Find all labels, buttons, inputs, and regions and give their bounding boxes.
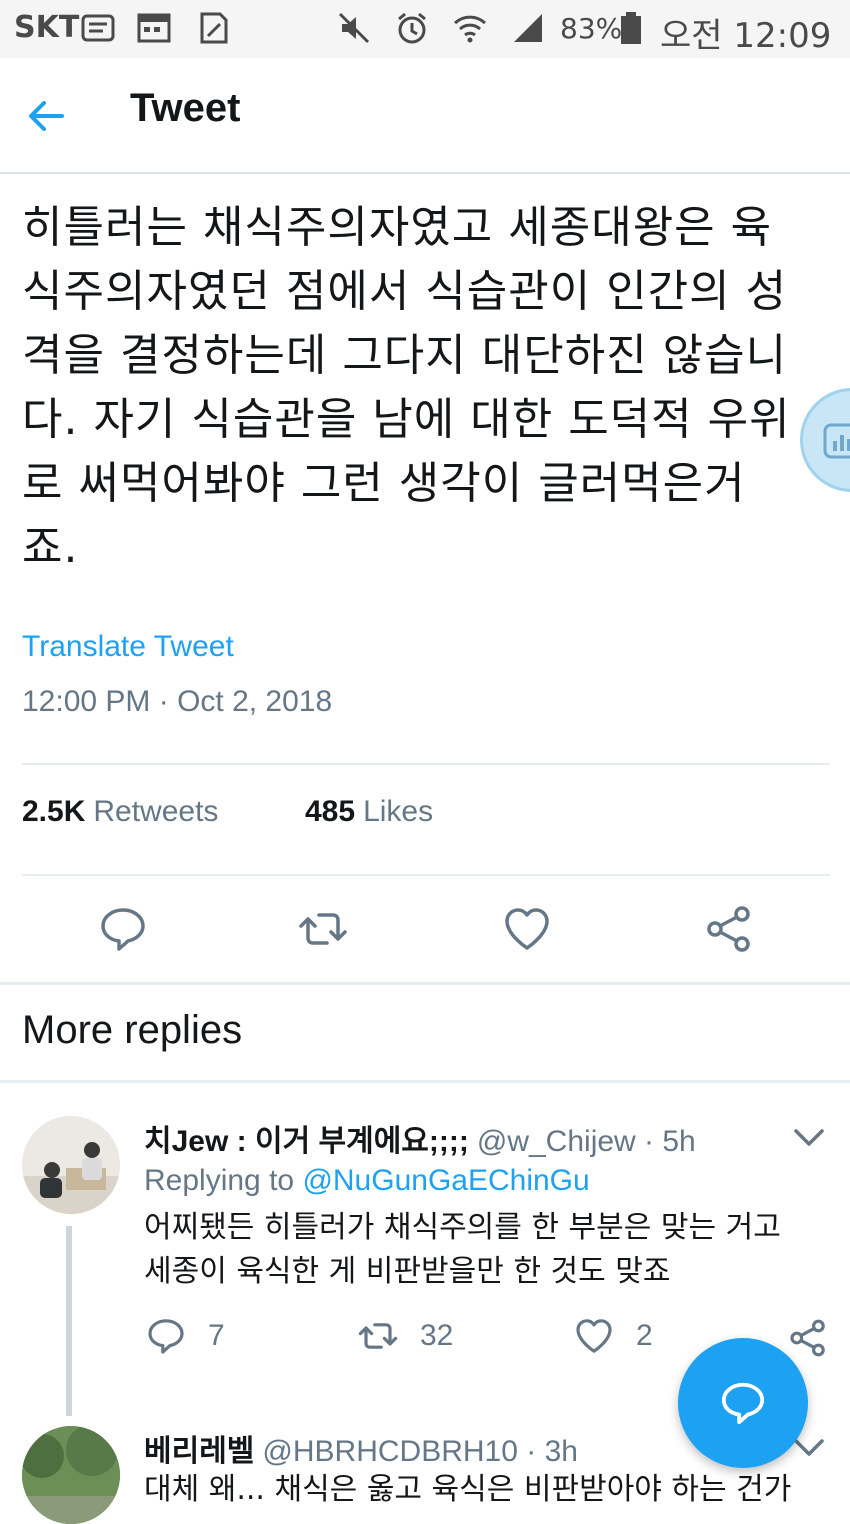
reply-icon[interactable] [98,904,148,954]
translate-tweet-link[interactable]: Translate Tweet [22,630,234,664]
retweet-icon [358,1323,398,1349]
avatar-photo [22,1426,120,1524]
likes-count: 485 [305,795,356,828]
memo-icon [200,12,228,44]
retweets-count: 2.5K [22,795,86,828]
reply-line: 세종이 육식한 게 비판받을만 한 것도 맞죠 [144,1254,671,1289]
top-bar: Tweet [0,58,850,174]
alarm-icon [398,12,426,44]
tweet-line: 식주의자였던 점에서 식습관이 인간의 성 [22,266,788,317]
wifi-icon [453,15,487,43]
arrow-left-icon[interactable] [24,94,68,138]
battery-icon [621,12,641,44]
share-icon[interactable] [704,904,754,954]
replying-prefix: Replying to [144,1164,295,1197]
divider [22,763,830,765]
reply-author-name[interactable]: 베리레벨 [144,1435,254,1468]
divider [22,874,830,876]
like-count: 2 [636,1319,653,1352]
reply-like-button[interactable]: 2 [574,1316,653,1356]
retweet-count: 32 [420,1319,454,1352]
tweet-line: 다. 자기 식습관을 남에 대한 도덕적 우위 [22,394,791,445]
reply-retweet-button[interactable]: 32 [358,1316,453,1356]
reply-header: 베리레벨 @HBRHCDBRH10 · 3h [144,1426,578,1470]
likes-stat[interactable]: 485 Likes [305,795,433,829]
likes-label: Likes [363,795,434,828]
reply-text: 대체 왜... 채식은 옳고 육식은 비판받아야 하는 건가 [144,1468,834,1512]
mute-icon [338,12,370,44]
tweet-text: 히틀러는 채식주의자였고 세종대왕은 육 식주의자였던 점에서 식습관이 인간의… [22,196,832,580]
reply-line: 어찌됐든 히틀러가 채식주의를 한 부분은 맞는 거고 [144,1210,781,1245]
tweet-line: 히틀러는 채식주의자였고 세종대왕은 육 [22,202,773,253]
notes-icon [81,14,115,42]
retweets-stat[interactable]: 2.5K Retweets [22,795,218,829]
compose-reply-button[interactable] [678,1338,808,1468]
reply-count: 7 [208,1319,225,1352]
reply-author-name[interactable]: 치Jew : 이거 부계에요;;;; [144,1125,469,1158]
section-divider [0,982,850,985]
retweets-label: Retweets [93,795,219,828]
reply-reply-button[interactable]: 7 [146,1316,225,1356]
battery-percent: 83% [560,12,623,45]
avatar[interactable] [22,1426,120,1524]
signal-icon [514,14,542,42]
retweet-icon[interactable] [298,904,348,954]
avatar-photo [22,1116,120,1214]
avatar[interactable] [22,1116,120,1214]
share-icon[interactable] [788,1318,828,1358]
reply-header: 치Jew : 이거 부계에요;;;; @w_Chijew · 5h [144,1116,696,1160]
reply-icon [148,1319,184,1354]
reply-author-handle: @w_Chijew · 5h [476,1125,696,1158]
thread-line [66,1226,72,1416]
reply-text: 어찌됐든 히틀러가 채식주의를 한 부분은 맞는 거고 세종이 육식한 게 비판… [144,1206,834,1294]
section-divider [0,1080,850,1083]
page-title: Tweet [130,86,241,130]
reply-bubble-icon [721,1382,765,1425]
tweet-line: 로 써먹어봐야 그런 생각이 글러먹은거 [22,458,746,509]
replying-to: Replying to @NuGunGaEChinGu [144,1164,590,1198]
tweet-line: 죠. [22,522,79,573]
status-bar: SKT 83% 오전 12:09 [0,0,850,58]
heart-icon [576,1319,612,1353]
tweet-timestamp: 12:00 PM · Oct 2, 2018 [22,685,333,718]
chevron-down-icon[interactable] [792,1120,826,1154]
clock: 오전 12:09 [660,16,832,56]
heart-icon[interactable] [502,904,552,954]
calendar-icon [137,13,171,43]
more-replies-heading: More replies [22,1008,243,1052]
reply-author-handle: @HBRHCDBRH10 · 3h [262,1435,578,1468]
replying-mention-link[interactable]: @NuGunGaEChinGu [302,1164,589,1197]
tweet-line: 격을 결정하는데 그다지 대단하진 않습니 [22,330,788,381]
carrier-label: SKT [14,10,80,45]
reply-line: 대체 왜... 채식은 옳고 육식은 비판받아야 하는 건가 [144,1472,792,1507]
